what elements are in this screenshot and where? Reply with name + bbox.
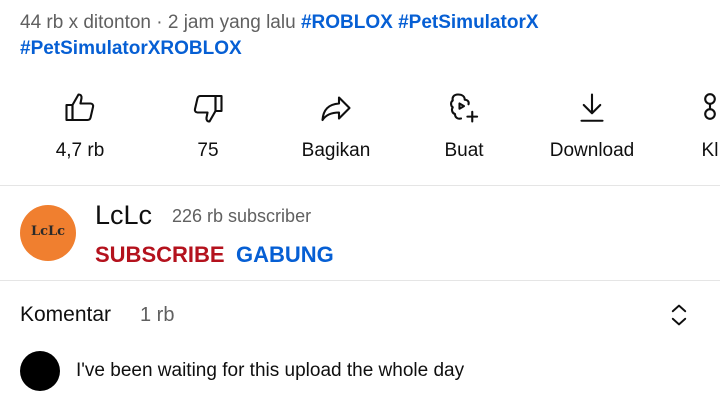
channel-avatar[interactable]: LcLc xyxy=(20,205,76,261)
channel-name[interactable]: LcLc xyxy=(95,200,152,231)
subscriber-count: 226 rb subscriber xyxy=(172,206,312,226)
clip-button[interactable]: Kl xyxy=(650,90,720,162)
action-bar: 4,7 rb 75 Bagikan Buat Download Kl xyxy=(0,90,720,170)
subscribe-button[interactable]: SUBSCRIBE xyxy=(95,242,225,268)
dislike-button[interactable]: 75 xyxy=(148,90,268,162)
hashtag-petsimulatorx[interactable]: #PetSimulatorX xyxy=(398,12,538,33)
commenter-avatar[interactable] xyxy=(20,351,60,391)
channel-avatar-text: LcLc xyxy=(30,224,66,239)
expand-comments-icon[interactable] xyxy=(664,300,694,330)
like-button[interactable]: 4,7 rb xyxy=(20,90,140,162)
thumbs-up-icon xyxy=(65,93,95,122)
hashtag-roblox[interactable]: #ROBLOX xyxy=(301,12,393,33)
video-meta: 44 rb x ditonton · 2 jam yang lalu #ROBL… xyxy=(20,10,710,62)
clip-label: Kl xyxy=(701,140,719,161)
share-label: Bagikan xyxy=(301,140,371,161)
download-label: Download xyxy=(549,140,635,161)
download-icon xyxy=(580,93,604,122)
create-label: Buat xyxy=(444,140,484,161)
comments-title[interactable]: Komentar xyxy=(20,303,111,327)
hashtag-petsimulatorxroblox[interactable]: #PetSimulatorXROBLOX xyxy=(20,38,242,59)
like-count: 4,7 rb xyxy=(55,140,105,161)
share-button[interactable]: Bagikan xyxy=(276,90,396,162)
thumbs-down-icon xyxy=(193,94,223,123)
download-button[interactable]: Download xyxy=(532,90,652,162)
join-button[interactable]: GABUNG xyxy=(236,242,334,268)
comments-count: 1 rb xyxy=(140,304,175,326)
divider-actions xyxy=(0,185,720,186)
create-sparkle-icon xyxy=(450,93,479,123)
top-comment-text[interactable]: I've been waiting for this upload the wh… xyxy=(76,360,464,382)
share-arrow-icon xyxy=(321,96,351,122)
divider-channel xyxy=(0,280,720,281)
dislike-count: 75 xyxy=(197,140,219,161)
view-count: 44 rb x ditonton · 2 jam yang lalu xyxy=(20,12,296,33)
scissors-icon xyxy=(704,93,716,120)
create-button[interactable]: Buat xyxy=(404,90,524,162)
